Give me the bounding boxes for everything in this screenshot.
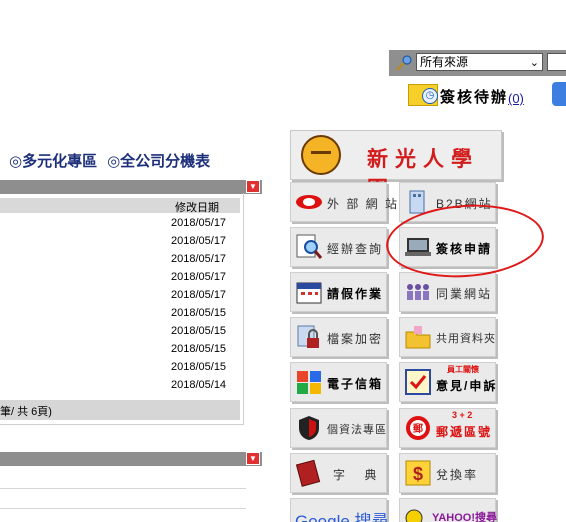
people-icon	[407, 284, 429, 300]
tile-label: Google 搜尋	[295, 512, 389, 522]
tile-label: 請假作業	[327, 287, 384, 301]
tile-privacy-law[interactable]: 個資法專區	[290, 408, 387, 448]
postal-icon: 郵	[406, 416, 430, 440]
checkbox-icon	[405, 369, 431, 395]
row-date: 2018/05/17	[171, 235, 227, 247]
row-date: 2018/05/14	[171, 379, 227, 391]
tile-label: 經辦查詢	[327, 242, 384, 256]
search-bar: 所有來源 ⌄	[389, 50, 566, 76]
row-date: 2018/05/17	[171, 289, 227, 301]
tile-industry-sites[interactable]: 同業網站	[399, 272, 496, 312]
pager-bar: 筆/ 共 6頁)	[0, 400, 240, 420]
dropdown-arrow-icon[interactable]: ▼	[246, 452, 260, 465]
tile-label: 兌換率	[436, 468, 479, 482]
svg-text:郵: 郵	[413, 422, 423, 435]
row-date: 2018/05/17	[171, 217, 227, 229]
tile-label: 意見/申訴	[436, 379, 498, 393]
chevron-down-icon: ⌄	[529, 57, 539, 69]
lock-icon	[297, 325, 319, 348]
dropdown-arrow-icon[interactable]: ▼	[246, 180, 260, 193]
tile-badge: 員工關懷	[447, 365, 479, 374]
tile-label: YAHOO!搜尋	[432, 512, 497, 522]
tile-file-encryption[interactable]: 檔案加密	[290, 317, 387, 357]
quick-links: ◎多元化專區 ◎全公司分機表	[9, 150, 220, 171]
column-header-date: 修改日期	[175, 202, 219, 214]
approval-label: 簽核待辦	[440, 89, 509, 106]
tile-postal-code[interactable]: 郵 3 + 2 郵遞區號	[399, 408, 496, 448]
divider	[0, 508, 246, 509]
tile-google-search[interactable]: Google 搜尋	[290, 498, 389, 522]
dollar-icon: $	[405, 460, 431, 486]
email-icon	[297, 371, 321, 394]
folder-icon	[405, 326, 431, 349]
tile-shared-folder[interactable]: 共用資料夾	[399, 317, 496, 357]
link-extension-table[interactable]: ◎全公司分機表	[107, 152, 210, 170]
panel-header: ▼	[0, 180, 262, 194]
book-icon	[295, 459, 321, 487]
tile-label: 檔案加密	[327, 332, 384, 346]
magnifier-icon	[296, 234, 323, 259]
search-key-icon[interactable]	[395, 54, 413, 72]
tile-label: 同業網站	[436, 287, 493, 301]
approval-pending-link[interactable]: ◷ 簽核待辦 (0)	[408, 82, 538, 108]
row-date: 2018/05/15	[171, 361, 227, 373]
yahoo-icon	[405, 509, 423, 522]
approval-count[interactable]: (0)	[508, 91, 524, 106]
tile-feedback[interactable]: 員工關懷 意見/申訴	[399, 362, 496, 402]
clock-icon: ◷	[422, 88, 438, 104]
tile-yahoo-search[interactable]: YAHOO!搜尋	[399, 498, 497, 522]
tile-leave-request[interactable]: 請假作業	[290, 272, 387, 312]
tile-email[interactable]: 電子信箱	[290, 362, 387, 402]
row-date: 2018/05/17	[171, 271, 227, 283]
calendar-icon	[296, 282, 322, 304]
tile-badge: 3 + 2	[452, 410, 473, 420]
tile-label: 字 典	[333, 468, 385, 482]
shield-icon	[299, 416, 319, 440]
row-date: 2018/05/15	[171, 325, 227, 337]
svg-text:$: $	[413, 464, 423, 484]
tile-label: 個資法專區	[327, 424, 387, 436]
skl-logo-icon	[296, 195, 322, 209]
search-input[interactable]	[547, 53, 566, 71]
portal-logo-banner[interactable]: 新光人學園	[290, 130, 502, 201]
tile-exchange-rate[interactable]: $ 兌換率	[399, 453, 496, 493]
row-date: 2018/05/17	[171, 253, 227, 265]
tile-handler-query[interactable]: 經辦查詢	[290, 227, 387, 267]
pager-text: 筆/ 共 6頁)	[0, 406, 52, 418]
row-date: 2018/05/15	[171, 307, 227, 319]
tiger-mascot-icon	[301, 135, 341, 175]
tile-label: 郵遞區號	[436, 425, 493, 439]
tile-label: 共用資料夾	[436, 333, 496, 345]
link-diversity-zone[interactable]: ◎多元化專區	[9, 152, 97, 170]
tile-label: 外 部 網 站	[327, 197, 400, 211]
column-header-row: 修改日期	[0, 198, 240, 214]
tile-external-sites[interactable]: 外 部 網 站	[290, 182, 397, 222]
row-date: 2018/05/15	[171, 343, 227, 355]
tile-label: 電子信箱	[327, 377, 384, 391]
search-source-value: 所有來源	[420, 55, 469, 69]
divider	[0, 488, 246, 489]
panel-header: ▼	[0, 452, 262, 466]
cut-off-icon[interactable]	[552, 82, 566, 106]
tile-dictionary[interactable]: 字 典	[290, 453, 387, 493]
search-source-select[interactable]: 所有來源 ⌄	[416, 53, 543, 71]
